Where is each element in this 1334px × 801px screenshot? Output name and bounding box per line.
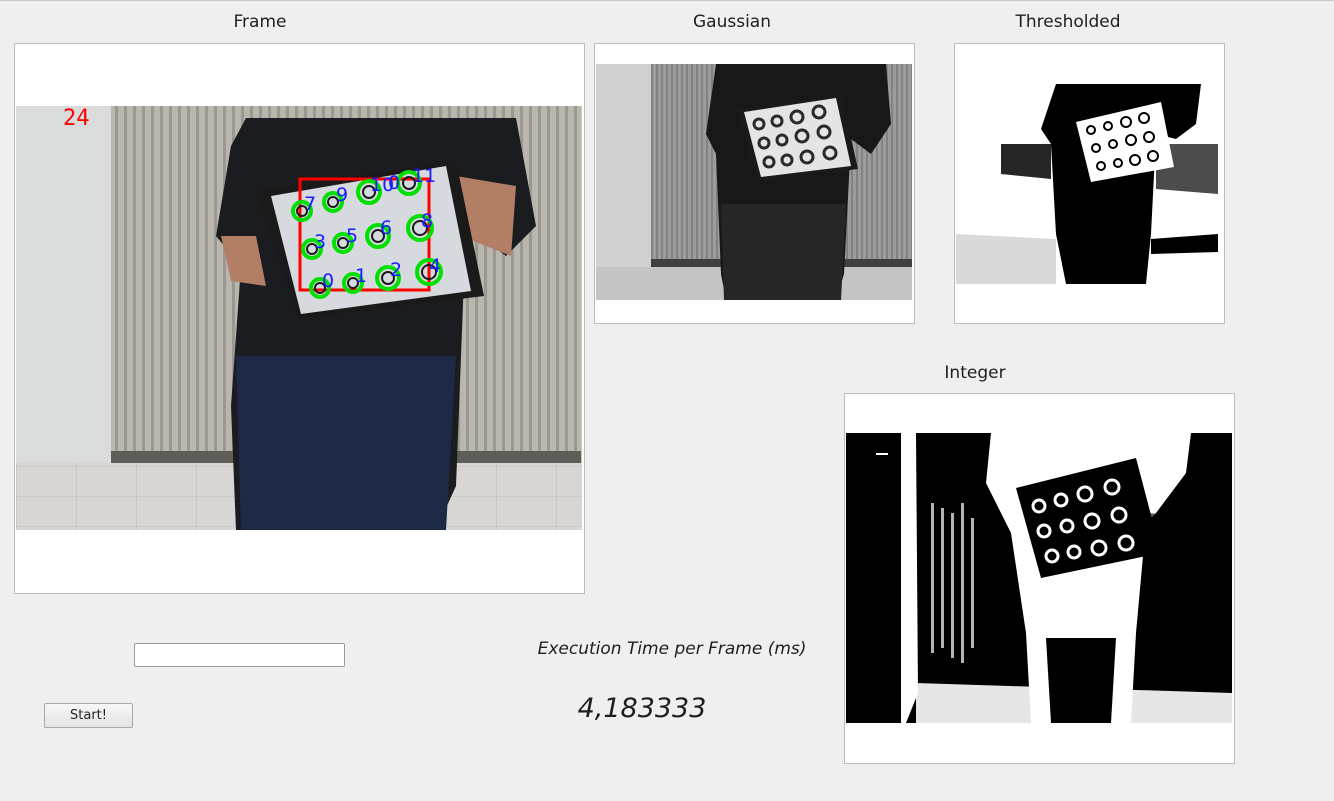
execution-time-value: 4,183333 xyxy=(577,693,707,724)
marker-label: 4 xyxy=(429,255,441,277)
thresholded-title: Thresholded xyxy=(1015,12,1121,32)
start-button[interactable]: Start! xyxy=(44,703,133,728)
marker-label: 1 xyxy=(355,265,367,287)
frame-image: 7 9 10 0 11 3 5 6 8 0 1 2 4 24 xyxy=(16,106,582,530)
marker-label: 8 xyxy=(421,210,433,232)
gaussian-image xyxy=(596,64,912,300)
marker-label: 2 xyxy=(390,259,402,281)
frame-title: Frame xyxy=(233,12,287,32)
window-top-border xyxy=(0,0,1334,1)
marker-label: 0 xyxy=(388,172,400,194)
integer-title: Integer xyxy=(944,363,1006,383)
execution-time-label: Execution Time per Frame (ms) xyxy=(537,639,807,659)
marker-label: 9 xyxy=(336,184,348,206)
gaussian-panel xyxy=(594,43,915,324)
integer-panel xyxy=(844,393,1235,764)
marker-label: 7 xyxy=(304,193,316,215)
gaussian-title: Gaussian xyxy=(693,12,771,32)
marker-label: 11 xyxy=(412,165,436,187)
thresholded-image xyxy=(956,84,1222,284)
frame-panel: 7 9 10 0 11 3 5 6 8 0 1 2 4 24 xyxy=(14,43,585,594)
marker-label: 3 xyxy=(314,231,326,253)
text-input[interactable] xyxy=(134,643,345,667)
frame-count-overlay: 24 xyxy=(63,106,90,131)
integer-image xyxy=(846,433,1232,723)
thresholded-panel xyxy=(954,43,1225,324)
marker-label: 6 xyxy=(380,217,392,239)
marker-label: 5 xyxy=(346,225,358,247)
marker-label: 0 xyxy=(322,270,334,292)
